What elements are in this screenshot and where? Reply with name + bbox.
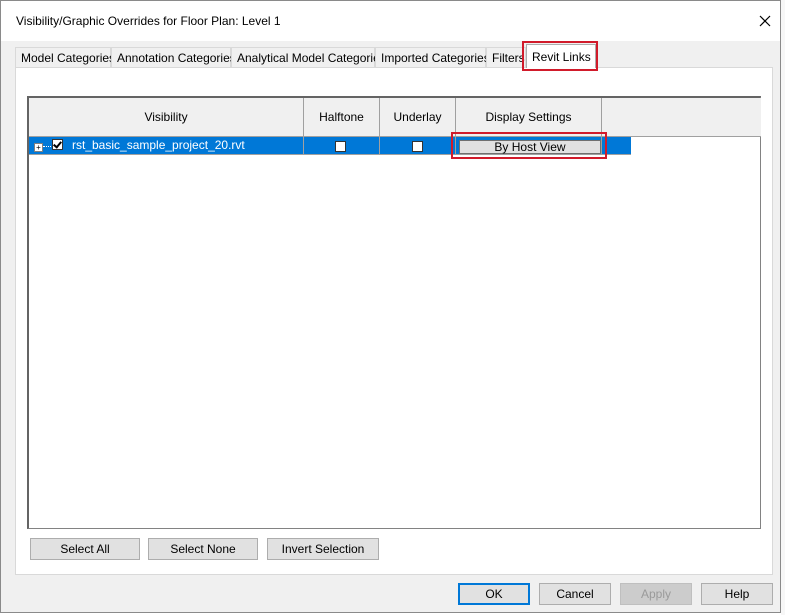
ok-button[interactable]: OK: [458, 583, 530, 605]
dialog-title: Visibility/Graphic Overrides for Floor P…: [16, 14, 281, 28]
close-icon: [759, 15, 771, 27]
select-all-button[interactable]: Select All: [30, 538, 140, 560]
title-bar: Visibility/Graphic Overrides for Floor P…: [1, 1, 780, 41]
apply-button[interactable]: Apply: [620, 583, 692, 605]
tab-strip: Model Categories Annotation Categories A…: [15, 44, 775, 68]
tab-model-categories[interactable]: Model Categories: [15, 47, 115, 67]
close-button[interactable]: [751, 7, 779, 35]
visibility-checkbox[interactable]: [52, 139, 63, 150]
link-filename: rst_basic_sample_project_20.rvt: [72, 138, 245, 152]
tab-filters[interactable]: Filters: [486, 47, 526, 67]
tab-analytical-model-categories[interactable]: Analytical Model Categories: [231, 47, 386, 67]
column-header-underlay[interactable]: Underlay: [380, 98, 456, 137]
cancel-button[interactable]: Cancel: [539, 583, 611, 605]
background-app-strip: [781, 0, 785, 615]
column-divider: [303, 98, 304, 155]
revit-links-tab-highlight: [522, 41, 598, 71]
column-header-visibility[interactable]: Visibility: [29, 98, 304, 137]
display-settings-highlight: [451, 132, 607, 159]
underlay-checkbox[interactable]: [412, 141, 423, 152]
column-header-empty: [602, 98, 761, 137]
halftone-checkbox[interactable]: [335, 141, 346, 152]
expand-plus-icon[interactable]: +: [34, 143, 43, 152]
column-header-halftone[interactable]: Halftone: [304, 98, 380, 137]
select-none-button[interactable]: Select None: [148, 538, 258, 560]
column-divider: [379, 98, 380, 155]
visibility-graphics-dialog: Visibility/Graphic Overrides for Floor P…: [0, 0, 781, 613]
invert-selection-button[interactable]: Invert Selection: [267, 538, 379, 560]
revit-links-grid: Visibility Halftone Underlay Display Set…: [27, 96, 761, 529]
help-button[interactable]: Help: [701, 583, 773, 605]
tab-annotation-categories[interactable]: Annotation Categories: [111, 47, 236, 67]
tab-imported-categories[interactable]: Imported Categories: [375, 47, 490, 67]
